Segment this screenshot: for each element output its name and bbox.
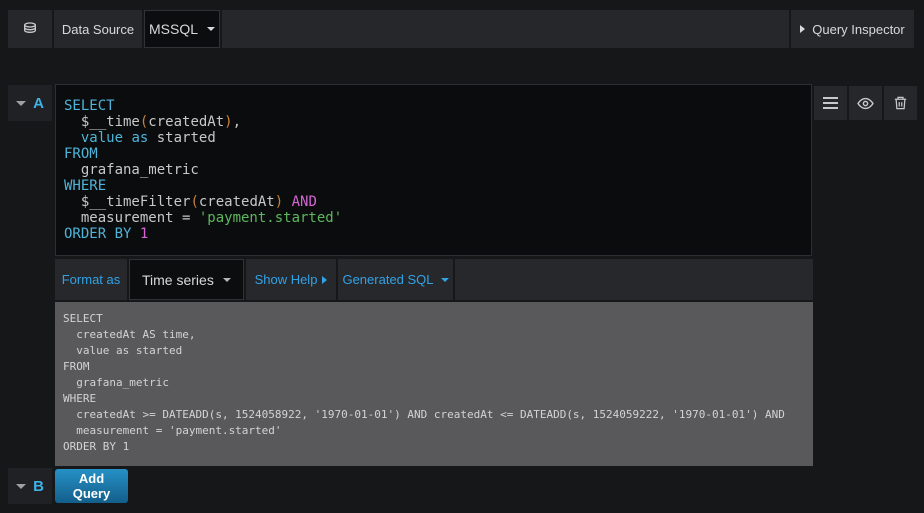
query-a-collapse-toggle[interactable]: A bbox=[8, 85, 52, 121]
query-toggle-visibility-button[interactable] bbox=[849, 86, 882, 120]
datasource-selected-value: MSSQL bbox=[149, 21, 198, 37]
format-as-label: Format as bbox=[55, 259, 127, 300]
chevron-down-icon bbox=[441, 278, 449, 282]
collapse-arrow-icon bbox=[16, 101, 26, 106]
datasource-label-text: Data Source bbox=[62, 22, 134, 37]
toolbar-spacer bbox=[455, 259, 813, 300]
datasource-icon-panel bbox=[8, 10, 52, 48]
query-delete-button[interactable] bbox=[884, 86, 917, 120]
format-as-label-text: Format as bbox=[62, 272, 121, 287]
datasource-select[interactable]: MSSQL bbox=[144, 10, 220, 48]
query-b-collapse-toggle[interactable]: B bbox=[8, 468, 52, 504]
chevron-down-icon bbox=[207, 27, 215, 31]
query-a-letter: A bbox=[33, 95, 44, 112]
generated-sql-text: SELECT createdAt AS time, value as start… bbox=[63, 311, 805, 455]
show-help-label: Show Help bbox=[255, 272, 318, 287]
triangle-right-icon bbox=[800, 25, 805, 33]
query-b-letter: B bbox=[33, 478, 44, 495]
query-menu-button[interactable] bbox=[814, 86, 847, 120]
datasource-label: Data Source bbox=[54, 10, 142, 48]
menu-icon bbox=[823, 97, 838, 109]
add-query-button[interactable]: Add Query bbox=[55, 469, 128, 503]
trash-icon bbox=[893, 95, 908, 111]
generated-sql-button[interactable]: Generated SQL bbox=[338, 259, 453, 300]
format-as-selected-value: Time series bbox=[142, 272, 214, 288]
database-icon bbox=[22, 21, 38, 37]
generated-sql-label: Generated SQL bbox=[342, 272, 433, 287]
format-as-select[interactable]: Time series bbox=[129, 259, 244, 300]
query-inspector-label: Query Inspector bbox=[812, 22, 905, 37]
generated-sql-preview: SELECT createdAt AS time, value as start… bbox=[55, 302, 813, 466]
triangle-right-icon bbox=[322, 276, 327, 284]
chevron-down-icon bbox=[223, 278, 231, 282]
eye-icon bbox=[857, 95, 874, 112]
query-inspector-button[interactable]: Query Inspector bbox=[791, 10, 914, 48]
topbar-spacer bbox=[222, 10, 789, 48]
sql-query-editor[interactable]: SELECT $__time(createdAt), value as star… bbox=[55, 84, 812, 256]
show-help-button[interactable]: Show Help bbox=[246, 259, 336, 300]
collapse-arrow-icon bbox=[16, 484, 26, 489]
